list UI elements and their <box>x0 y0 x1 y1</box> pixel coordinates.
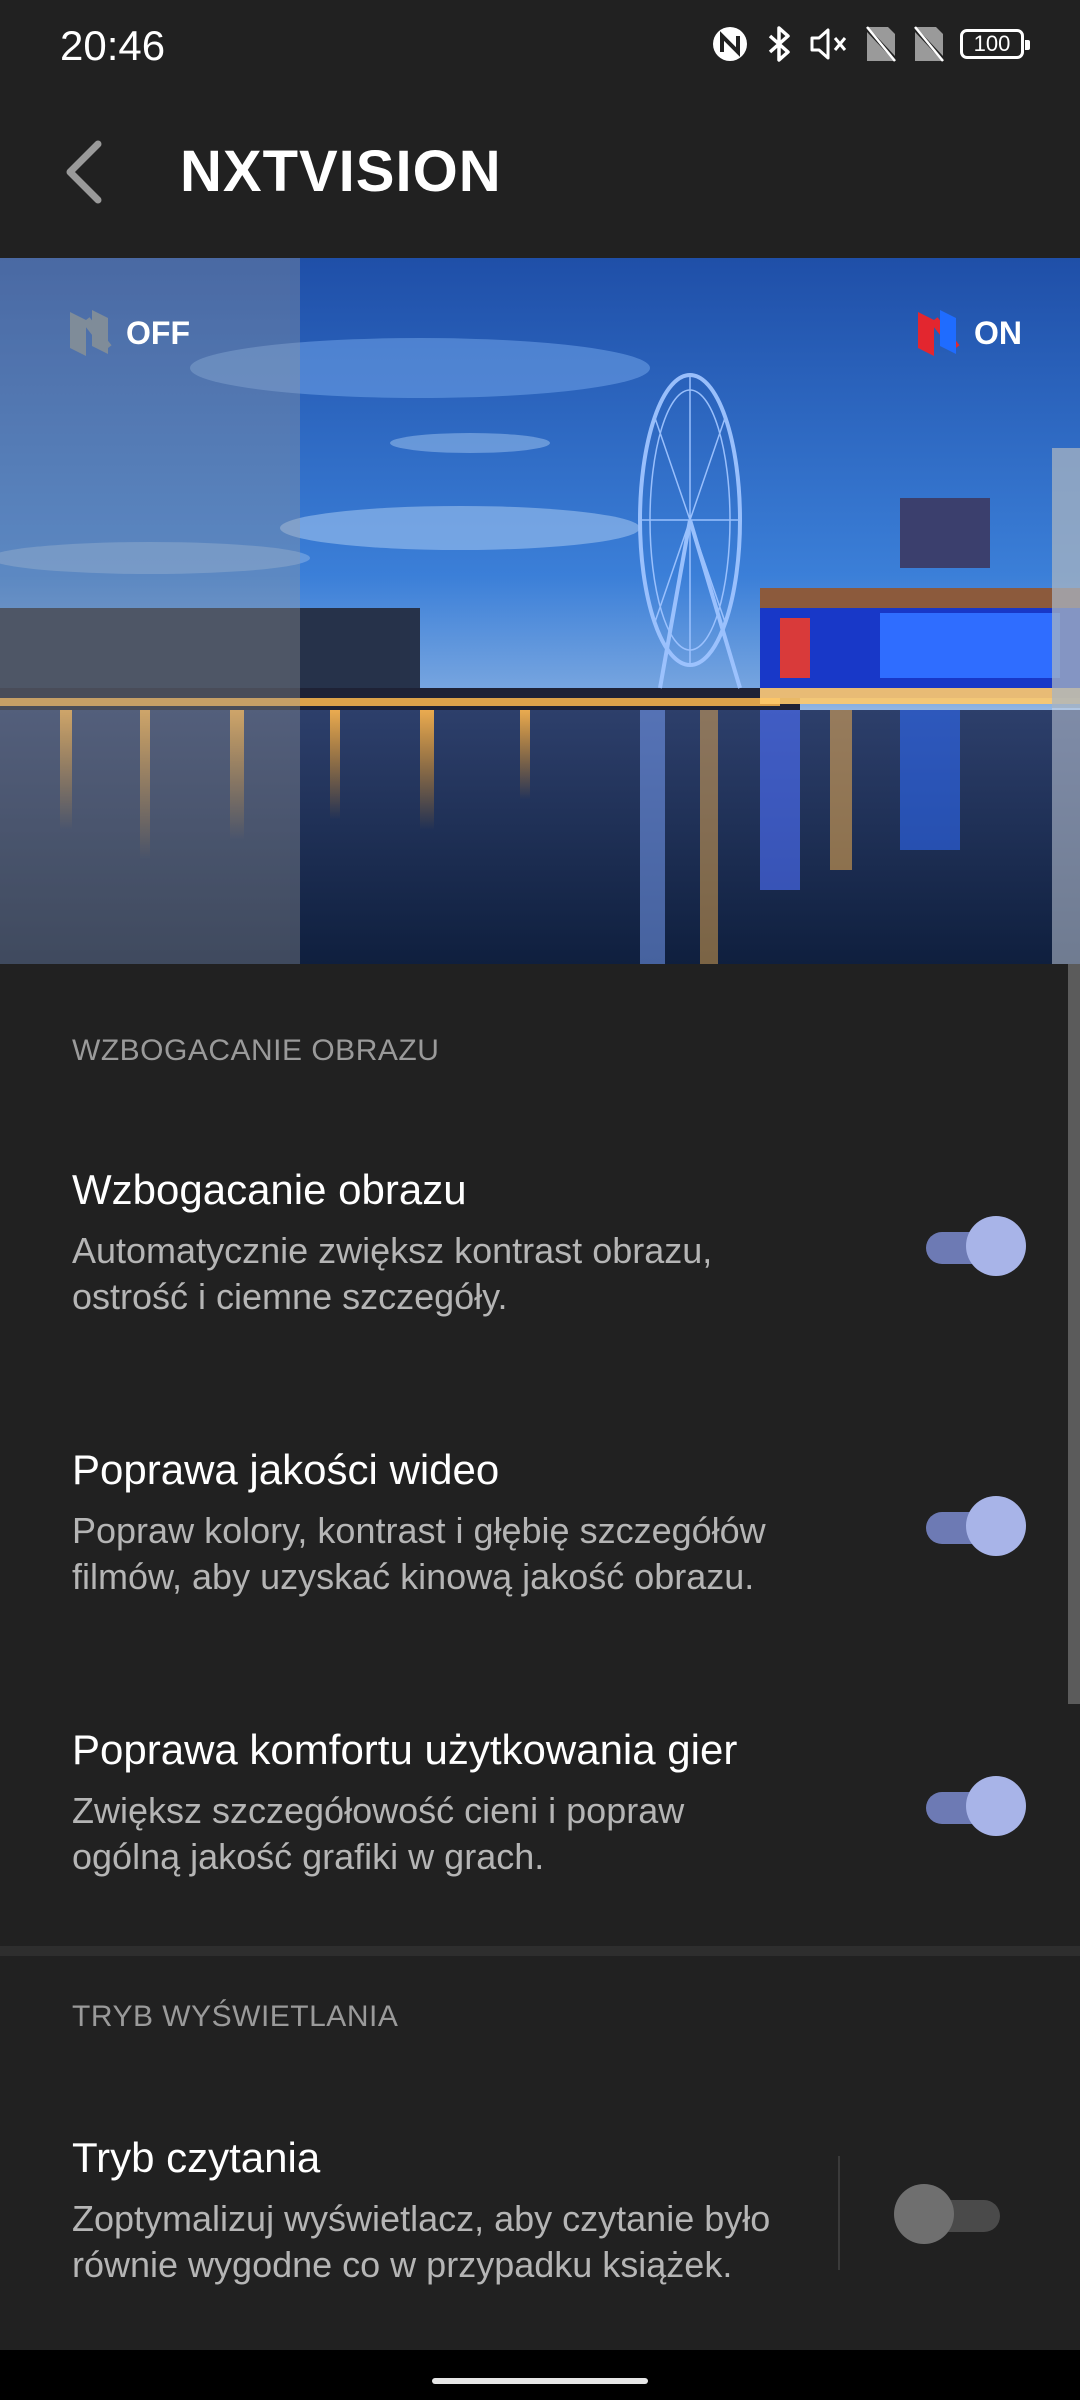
setting-description-line: równie wygodne co w przypadku książek. <box>72 2244 733 2285</box>
video-quality-toggle[interactable] <box>916 1496 1026 1556</box>
section-divider <box>0 1946 1080 1956</box>
no-sim-icon <box>864 26 898 62</box>
setting-description-line: Zoptymalizuj wyświetlacz, aby czytanie b… <box>72 2198 771 2239</box>
nxtvision-logo-color-icon <box>918 310 960 356</box>
reading-mode-toggle[interactable] <box>894 2184 1004 2244</box>
setting-video-quality[interactable]: Poprawa jakości wideo Popraw kolory, kon… <box>72 1446 872 1600</box>
no-sim-icon <box>912 26 946 62</box>
back-arrow-icon[interactable] <box>50 132 120 212</box>
setting-title: Tryb czytania <box>72 2134 321 2181</box>
page-title: NXTVISION <box>180 139 502 204</box>
battery-icon: 100 <box>960 29 1030 59</box>
setting-title: Wzbogacanie obrazu <box>72 1166 467 1213</box>
battery-level: 100 <box>973 31 1011 56</box>
mute-icon <box>810 28 847 60</box>
status-icons: 100 <box>710 20 1030 68</box>
preview-image: OFF ON <box>0 258 1080 964</box>
setting-description-line: Popraw kolory, kontrast i głębię szczegó… <box>72 1510 766 1551</box>
setting-description-line: Zwiększ szczegółowość cieni i popraw <box>72 1790 685 1831</box>
london-eye-night-image <box>0 258 1080 964</box>
nxt-off-badge: OFF <box>66 308 190 358</box>
nfc-icon <box>713 27 747 61</box>
setting-title: Poprawa jakości wideo <box>72 1446 500 1493</box>
setting-image-enhancement[interactable]: Wzbogacanie obrazu Automatycznie zwiększ… <box>72 1166 872 1320</box>
setting-title: Poprawa komfortu użytkowania gier <box>72 1726 738 1773</box>
bluetooth-icon <box>768 26 790 62</box>
setting-description-line: filmów, aby uzyskać kinową jakość obrazu… <box>72 1556 755 1597</box>
toggle-knob <box>894 2184 954 2244</box>
navigation-bar <box>0 2350 1080 2400</box>
status-time: 20:46 <box>60 22 166 69</box>
item-separator <box>838 2156 840 2270</box>
off-label: OFF <box>126 314 190 351</box>
status-bar: 20:46 100 <box>0 0 1080 90</box>
setting-description: Automatycznie zwiększ kontrast obrazu, o… <box>72 1228 872 1320</box>
setting-reading-mode[interactable]: Tryb czytania Zoptymalizuj wyświetlacz, … <box>72 2134 872 2288</box>
nxt-on-badge: ON <box>914 308 1022 358</box>
on-label: ON <box>974 314 1022 351</box>
section-header-display-mode: TRYB WYŚWIETLANIA <box>72 2000 399 2033</box>
setting-description-line: ogólną jakość grafiki w grach. <box>72 1836 545 1877</box>
setting-description-line: Automatycznie zwiększ kontrast obrazu, <box>72 1230 713 1271</box>
toggle-knob <box>966 1496 1026 1556</box>
image-enhancement-toggle[interactable] <box>916 1216 1026 1276</box>
setting-description: Zoptymalizuj wyświetlacz, aby czytanie b… <box>72 2196 872 2288</box>
setting-description: Zwiększ szczegółowość cieni i popraw ogó… <box>72 1788 872 1880</box>
toggle-knob <box>966 1776 1026 1836</box>
setting-description: Popraw kolory, kontrast i głębię szczegó… <box>72 1508 872 1600</box>
nxtvision-logo-grey-icon <box>70 310 112 356</box>
setting-description-line: ostrość i ciemne szczegóły. <box>72 1276 508 1317</box>
home-gesture-handle[interactable] <box>432 2378 648 2384</box>
scrollbar[interactable] <box>1068 964 1080 1704</box>
toggle-knob <box>966 1216 1026 1276</box>
app-bar: NXTVISION <box>0 90 1080 258</box>
section-header-image-enhancement: WZBOGACANIE OBRAZU <box>72 1034 440 1067</box>
gaming-comfort-toggle[interactable] <box>916 1776 1026 1836</box>
setting-gaming-comfort[interactable]: Poprawa komfortu użytkowania gier Zwięks… <box>72 1726 872 1880</box>
